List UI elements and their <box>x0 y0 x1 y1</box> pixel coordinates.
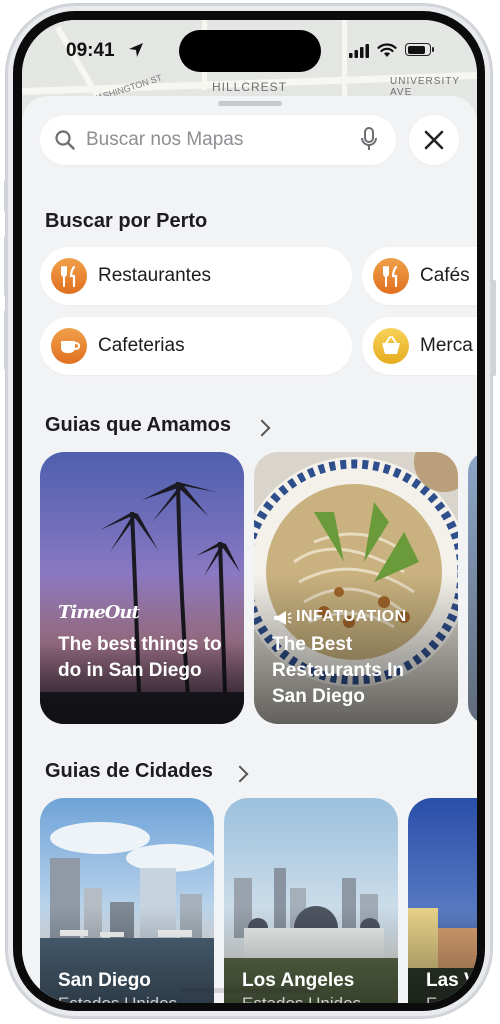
city-card-subtitle: Esta <box>426 994 460 1003</box>
volume-down-button <box>4 310 8 370</box>
city-card-los-angeles[interactable]: Los Angeles Estados Unidos <box>224 798 398 1003</box>
city-card-title: San Diego <box>58 970 151 991</box>
city-card-subtitle: Estados Unidos <box>242 994 361 1003</box>
side-button <box>4 180 8 212</box>
chevron-right-icon[interactable] <box>231 765 249 783</box>
sheet-grabber[interactable] <box>218 101 282 106</box>
fork-knife-icon <box>51 258 87 294</box>
battery-icon <box>405 43 434 56</box>
guides-section-title[interactable]: Guias que Amamos <box>45 414 231 437</box>
volume-up-button <box>4 236 8 296</box>
guide-card-infatuation[interactable]: INFATUATION The Best Restaurants In San … <box>254 452 458 724</box>
city-card-title: Las V <box>426 970 477 991</box>
chip-label: Cafés <box>420 265 470 286</box>
power-button <box>492 280 496 376</box>
close-button[interactable] <box>409 115 459 165</box>
chip-label: Merca <box>420 335 473 356</box>
chip-label: Restaurantes <box>98 265 212 286</box>
close-icon <box>424 130 444 150</box>
infatuation-logo: INFATUATION <box>296 608 407 625</box>
wifi-icon <box>377 43 397 57</box>
chip-label: Cafeterias <box>98 335 185 356</box>
guide-card-title: The best things to do in San Diego <box>58 634 222 681</box>
dynamic-island <box>179 30 321 72</box>
guide-card-title: The Best Restaurants In San Diego <box>272 634 404 707</box>
coffee-cup-icon <box>51 328 87 364</box>
guide-card-timeout[interactable]: TimeOut The best things to do in San Die… <box>40 452 244 724</box>
cellular-signal-icon <box>349 44 369 58</box>
chip-mercados[interactable]: Merca <box>362 317 477 375</box>
search-icon <box>55 130 75 150</box>
microphone-icon[interactable] <box>360 127 378 153</box>
city-guides-section-title[interactable]: Guias de Cidades <box>45 760 213 783</box>
basket-icon <box>373 328 409 364</box>
map-street-label: UNIVERSITY AVE <box>390 76 460 98</box>
search-field[interactable]: Buscar nos Mapas <box>40 115 396 165</box>
chip-cafeterias[interactable]: Cafeterias <box>40 317 352 375</box>
city-card-las-vegas[interactable]: Las V Esta <box>408 798 477 1003</box>
chip-restaurantes[interactable]: Restaurantes <box>40 247 352 305</box>
status-time: 09:41 <box>66 40 115 61</box>
megaphone-icon <box>274 611 292 625</box>
timeout-logo: TimeOut <box>58 602 140 623</box>
city-card-subtitle: Estados Unidos <box>58 994 177 1003</box>
search-placeholder: Buscar nos Mapas <box>86 129 244 150</box>
map-street-label: HILLCREST <box>212 80 288 94</box>
city-card-san-diego[interactable]: San Diego Estados Unidos <box>40 798 214 1003</box>
home-indicator[interactable] <box>182 988 318 993</box>
nearby-section-title: Buscar por Perto <box>45 210 208 232</box>
chevron-right-icon[interactable] <box>253 419 271 437</box>
search-sheet: Buscar nos Mapas Buscar por Perto Restau… <box>22 96 477 1003</box>
screen: WASHINGTON ST HILLCREST UNIVERSITY AVE 0… <box>22 20 477 1003</box>
location-arrow-icon <box>129 43 143 57</box>
chip-cafes[interactable]: Cafés <box>362 247 477 305</box>
fork-knife-icon <box>373 258 409 294</box>
guide-card-partial[interactable] <box>468 452 477 724</box>
